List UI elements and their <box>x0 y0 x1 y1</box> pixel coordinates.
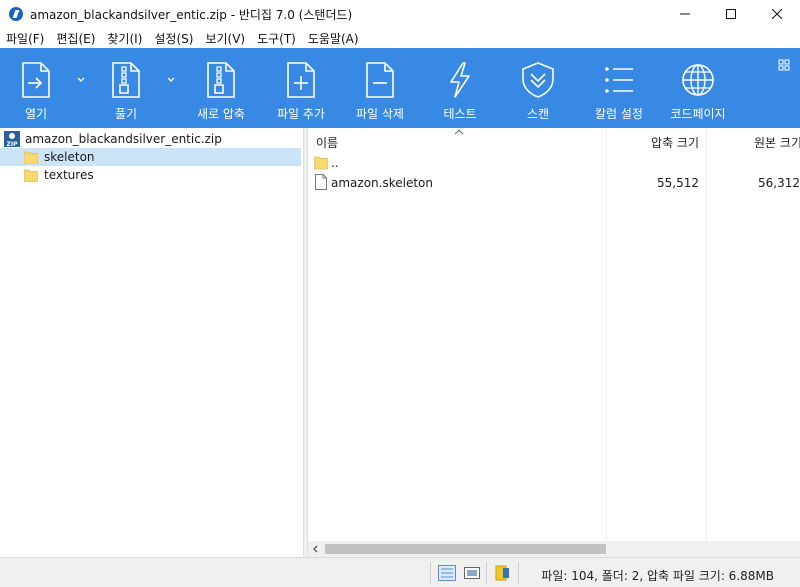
new-archive-label: 새로 압축 <box>197 107 245 121</box>
test-button[interactable]: 테스트 <box>440 48 480 128</box>
window-controls <box>662 0 800 28</box>
open-button[interactable]: 열기 <box>16 48 56 128</box>
open-label: 열기 <box>24 107 48 121</box>
shield-check-icon <box>518 60 558 100</box>
tree-root-archive[interactable]: ZIP amazon_blackandsilver_entic.zip <box>4 130 222 148</box>
open-icon <box>16 60 56 100</box>
extract-dropdown-chevron-icon[interactable] <box>165 74 177 86</box>
list-columns-icon <box>599 60 639 100</box>
bandizip-app-icon <box>9 7 23 21</box>
menu-settings[interactable]: 설정(S) <box>148 30 199 47</box>
scroll-left-arrow-icon[interactable] <box>311 544 321 554</box>
status-divider <box>518 562 519 584</box>
scan-label: 스캔 <box>526 107 550 121</box>
details-view-icon[interactable] <box>438 565 456 581</box>
row-name: amazon.skeleton <box>331 176 433 190</box>
toolbar: 열기 풀기 새로 압축 파일 추가 파일 삭제 테스트 스캔 칼럼 설정 코드페… <box>0 48 800 128</box>
close-icon <box>772 9 782 19</box>
codepage-button[interactable]: 코드페이지 <box>668 48 728 128</box>
status-summary: 파일: 104, 폴더: 2, 압축 파일 크기: 6.88MB <box>541 569 774 583</box>
row-name: .. <box>331 156 339 170</box>
tree-item-label: skeleton <box>44 150 95 164</box>
folder-icon <box>24 169 38 182</box>
open-dropdown-chevron-icon[interactable] <box>75 74 87 86</box>
add-file-label: 파일 추가 <box>277 107 325 121</box>
column-header-compressed-size[interactable]: 압축 크기 <box>651 134 699 151</box>
layout-grid-icon[interactable] <box>778 59 790 71</box>
scrollbar-thumb[interactable] <box>325 544 606 554</box>
lightning-icon <box>440 60 480 100</box>
horizontal-scrollbar[interactable] <box>308 541 800 557</box>
column-settings-label: 칼럼 설정 <box>595 107 643 121</box>
add-file-button[interactable]: 파일 추가 <box>273 48 329 128</box>
menu-help[interactable]: 도움말(A) <box>302 30 365 47</box>
svg-text:ZIP: ZIP <box>7 141 19 147</box>
row-original-size: 56,312 <box>758 176 800 190</box>
file-list: 이름 압축 크기 원본 크기 .. amazon.skeleton 55,512… <box>308 128 800 557</box>
window-title: amazon_blackandsilver_entic.zip - 반디집 7.… <box>30 7 353 22</box>
status-bar: 파일: 104, 폴더: 2, 압축 파일 크기: 6.88MB <box>0 557 800 587</box>
folder-icon <box>24 151 38 164</box>
add-file-icon <box>281 60 321 100</box>
zip-archive-icon: ZIP <box>4 131 20 147</box>
column-header-original-size[interactable]: 원본 크기 <box>754 134 800 151</box>
minimize-icon <box>680 13 690 15</box>
status-divider <box>486 562 487 584</box>
menu-view[interactable]: 보기(V) <box>199 30 251 47</box>
menu-edit[interactable]: 편집(E) <box>50 30 101 47</box>
column-header-name[interactable]: 이름 <box>316 134 338 151</box>
list-row-parent[interactable]: .. <box>308 154 800 172</box>
delete-file-label: 파일 삭제 <box>356 107 404 121</box>
title-bar: amazon_blackandsilver_entic.zip - 반디집 7.… <box>0 0 800 28</box>
file-icon <box>315 174 327 190</box>
tree-root-label: amazon_blackandsilver_entic.zip <box>25 132 222 146</box>
scan-button[interactable]: 스캔 <box>517 48 559 128</box>
tree-item-textures[interactable]: textures <box>0 166 301 184</box>
minimize-button[interactable] <box>662 0 708 28</box>
folder-tree: ZIP amazon_blackandsilver_entic.zip skel… <box>0 128 303 557</box>
list-row-file[interactable]: amazon.skeleton 55,512 56,312 <box>308 174 800 192</box>
menu-find[interactable]: 찾기(I) <box>101 30 148 47</box>
maximize-icon <box>726 9 736 19</box>
menu-file[interactable]: 파일(F) <box>0 30 50 47</box>
globe-icon <box>678 60 718 100</box>
new-archive-icon <box>201 60 241 100</box>
extract-zip-icon <box>106 60 146 100</box>
tree-item-skeleton[interactable]: skeleton <box>0 148 301 166</box>
column-settings-button[interactable]: 칼럼 설정 <box>592 48 646 128</box>
new-archive-button[interactable]: 새로 압축 <box>193 48 249 128</box>
extract-label: 풀기 <box>114 107 138 121</box>
close-button[interactable] <box>754 0 800 28</box>
list-header: 이름 압축 크기 원본 크기 <box>308 128 800 152</box>
archive-info-icon[interactable] <box>494 565 512 581</box>
delete-file-icon <box>360 60 400 100</box>
maximize-button[interactable] <box>708 0 754 28</box>
tree-item-label: textures <box>44 168 94 182</box>
row-compressed-size: 55,512 <box>657 176 699 190</box>
test-label: 테스트 <box>443 107 477 121</box>
status-divider <box>430 562 431 584</box>
menu-tools[interactable]: 도구(T) <box>251 30 302 47</box>
thumbnail-view-icon[interactable] <box>463 565 481 581</box>
extract-button[interactable]: 풀기 <box>106 48 146 128</box>
sort-ascending-icon <box>454 129 464 135</box>
codepage-label: 코드페이지 <box>670 107 726 121</box>
delete-file-button[interactable]: 파일 삭제 <box>352 48 408 128</box>
folder-icon <box>314 156 328 170</box>
menu-bar: 파일(F) 편집(E) 찾기(I) 설정(S) 보기(V) 도구(T) 도움말(… <box>0 28 800 48</box>
